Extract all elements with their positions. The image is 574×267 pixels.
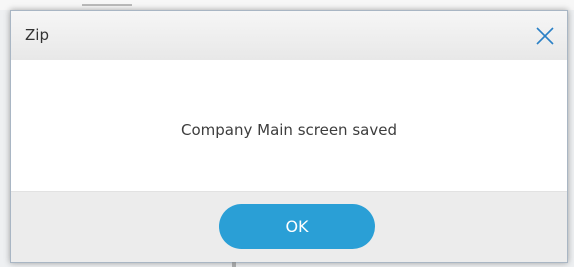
dialog-footer: OK — [11, 191, 567, 262]
dialog-body: Company Main screen saved — [11, 60, 567, 191]
close-icon[interactable] — [533, 24, 557, 48]
background-scroll-fragment — [232, 262, 236, 267]
dialog-title: Zip — [25, 26, 49, 44]
close-icon-glyph — [536, 27, 554, 45]
ok-button[interactable]: OK — [219, 204, 375, 249]
dialog-titlebar: Zip — [11, 11, 567, 60]
dialog-message: Company Main screen saved — [181, 121, 397, 139]
background-text-fragment — [82, 0, 132, 6]
modal-dialog: Zip Company Main screen saved OK — [10, 10, 568, 263]
